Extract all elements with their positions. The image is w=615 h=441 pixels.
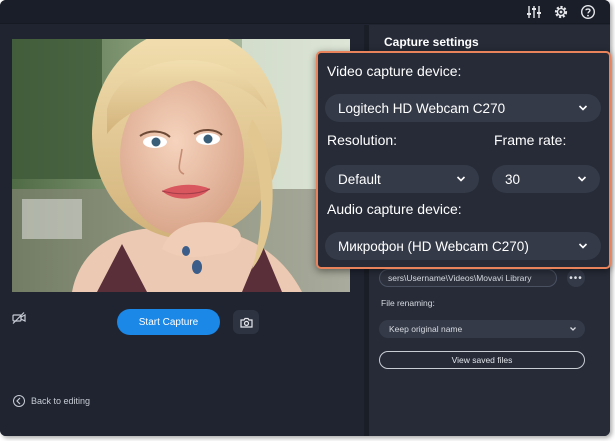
audio-device-label: Audio capture device: xyxy=(327,201,462,217)
snapshot-button[interactable] xyxy=(233,310,259,334)
chevron-down-icon xyxy=(570,327,576,331)
frame-rate-value: 30 xyxy=(505,171,521,187)
chevron-down-icon xyxy=(456,176,466,182)
resolution-label: Resolution: xyxy=(327,132,398,148)
gear-icon[interactable] xyxy=(553,4,569,20)
toolbar-icons xyxy=(526,4,596,20)
audio-device-select[interactable]: Микрофон (HD Webcam C270) xyxy=(325,232,601,260)
settings-title: Capture settings xyxy=(384,35,479,49)
capture-device-callout: Video capture device: Logitech HD Webcam… xyxy=(316,51,611,269)
chevron-down-icon xyxy=(577,176,587,182)
browse-folder-button[interactable]: ••• xyxy=(567,269,585,287)
video-device-label: Video capture device: xyxy=(327,63,462,79)
file-renaming-select[interactable]: Keep original name xyxy=(379,320,585,338)
start-capture-button[interactable]: Start Capture xyxy=(117,309,220,335)
audio-device-value: Микрофон (HD Webcam C270) xyxy=(338,238,529,254)
preview-pane: Start Capture Back to editing xyxy=(0,25,364,436)
view-saved-files-button[interactable]: View saved files xyxy=(379,351,585,369)
video-device-select[interactable]: Logitech HD Webcam C270 xyxy=(325,94,601,122)
hide-camera-icon[interactable] xyxy=(12,311,26,325)
help-icon[interactable] xyxy=(580,4,596,20)
back-to-editing-label: Back to editing xyxy=(31,396,91,406)
chevron-down-icon xyxy=(578,243,588,249)
webcam-image xyxy=(12,39,350,292)
webcam-preview xyxy=(12,39,350,292)
file-renaming-label: File renaming: xyxy=(381,298,435,308)
frame-rate-select[interactable]: 30 xyxy=(492,165,600,193)
resolution-value: Default xyxy=(338,171,381,187)
file-renaming-value: Keep original name xyxy=(389,324,463,334)
frame-rate-label: Frame rate: xyxy=(494,132,567,148)
resolution-select[interactable]: Default xyxy=(325,165,479,193)
chevron-down-icon xyxy=(578,105,588,111)
back-to-editing-link[interactable]: Back to editing xyxy=(13,394,90,408)
video-device-value: Logitech HD Webcam C270 xyxy=(338,100,506,116)
arrow-left-icon xyxy=(13,395,25,407)
top-toolbar xyxy=(0,0,610,24)
camera-icon xyxy=(239,317,253,328)
sliders-icon[interactable] xyxy=(526,4,542,20)
save-path-field[interactable]: sers\Username\Videos\Movavi Library xyxy=(379,269,557,287)
